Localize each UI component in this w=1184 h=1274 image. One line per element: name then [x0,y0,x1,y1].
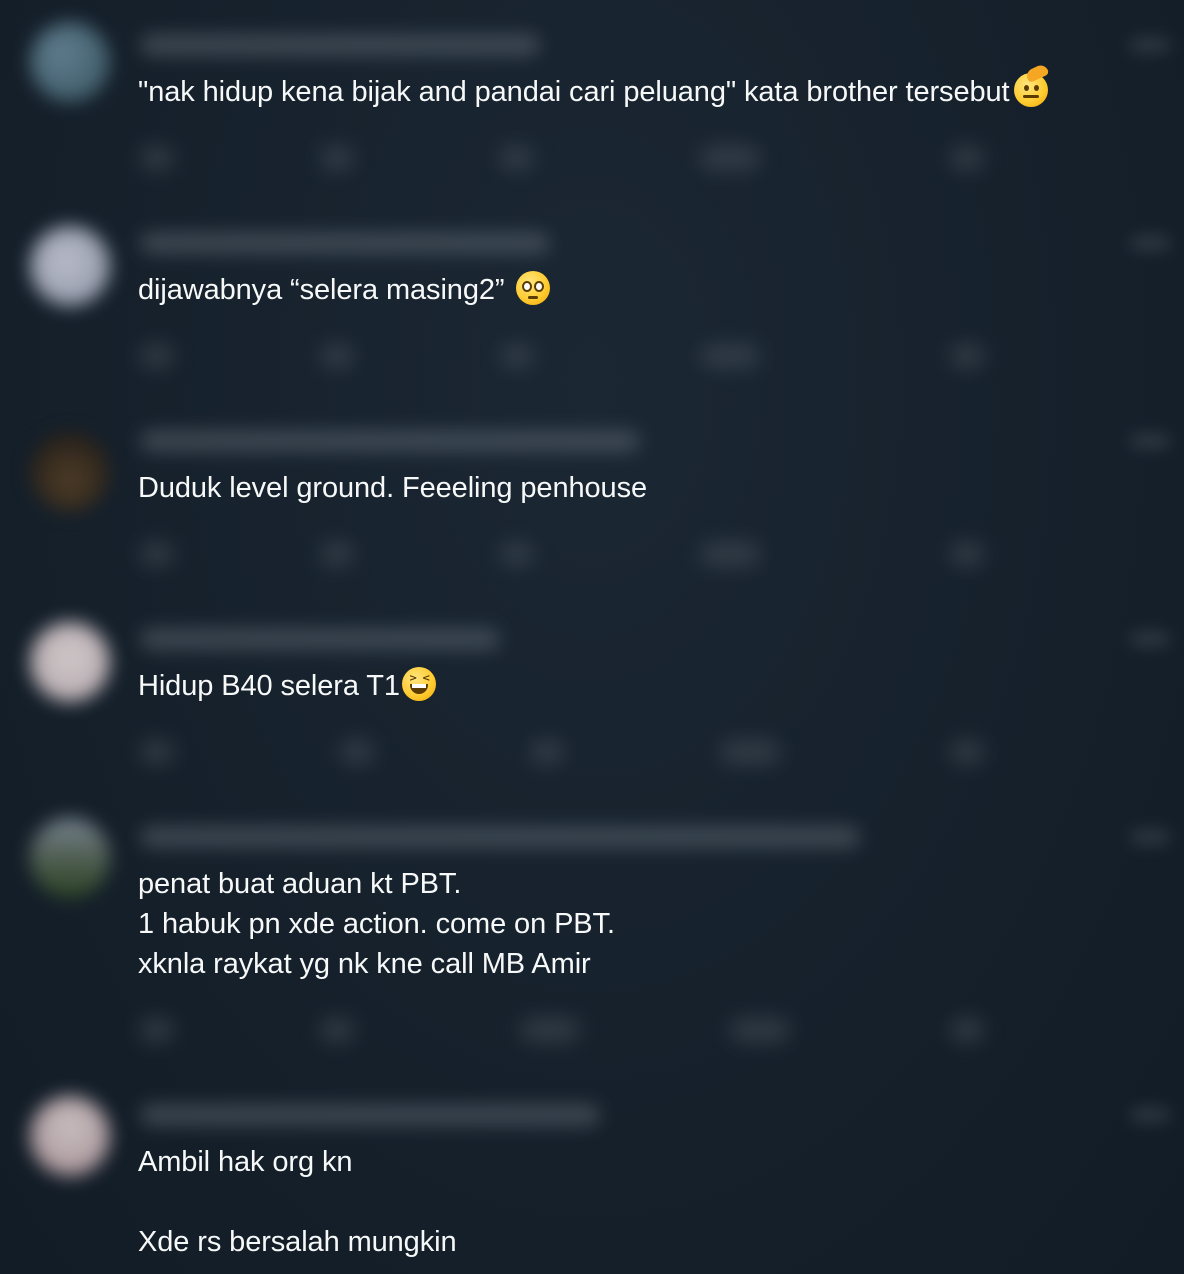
share-action-icon[interactable] [950,542,984,566]
like-action-icon[interactable] [500,344,534,368]
reply-action-icon[interactable] [140,1018,174,1042]
author-meta-blurred [140,232,550,254]
reply-actions-blurred [140,146,1020,170]
author-meta-blurred [140,1104,600,1126]
more-options-blurred[interactable] [1130,1108,1170,1122]
repost-action-icon[interactable] [320,344,354,368]
share-action-icon[interactable] [950,740,984,764]
reply-text: "nak hidup kena bijak and pandai cari pe… [138,62,1050,112]
author-meta-blurred [140,826,860,848]
like-action-icon[interactable] [520,1018,580,1042]
reply-action-icon[interactable] [140,740,174,764]
views-action-icon[interactable] [700,146,760,170]
share-action-icon[interactable] [950,344,984,368]
like-action-icon[interactable] [530,740,564,764]
views-action-icon[interactable] [700,344,760,368]
more-options-blurred[interactable] [1130,830,1170,844]
like-action-icon[interactable] [500,146,534,170]
reply-actions-blurred [140,344,1020,368]
reply-actions-blurred [140,1018,1020,1042]
reply-text: dijawabnya “selera masing2” [138,270,551,310]
author-meta-blurred [140,430,640,452]
reply-text: Duduk level ground. Feeeling penhouse [138,472,647,504]
more-options-blurred[interactable] [1130,38,1170,52]
views-action-icon[interactable] [700,542,760,566]
share-action-icon[interactable] [950,1018,984,1042]
more-options-blurred[interactable] [1130,632,1170,646]
views-action-icon[interactable] [720,740,780,764]
saluting-face-icon [1013,62,1050,107]
reply-action-icon[interactable] [140,146,174,170]
grinning-squinting-face-icon: > < [401,667,436,701]
avatar[interactable] [30,22,110,102]
reply-actions-blurred [140,740,1020,764]
reply-text: penat buat aduan kt PBT. 1 habuk pn xde a… [138,868,615,980]
more-options-blurred[interactable] [1130,434,1170,448]
repost-action-icon[interactable] [340,740,374,764]
reply-text: Ambil hak org kn Xde rs bersalah mungkin [138,1146,457,1258]
reply-action-icon[interactable] [140,542,174,566]
pleading-face-icon [516,271,551,305]
reply-action-icon[interactable] [140,344,174,368]
repost-action-icon[interactable] [320,146,354,170]
more-options-blurred[interactable] [1130,236,1170,250]
reply-feed: "nak hidup kena bijak and pandai cari pe… [0,0,1184,1274]
author-meta-blurred [140,628,500,650]
avatar[interactable] [30,622,110,702]
avatar[interactable] [30,818,110,898]
views-action-icon[interactable] [730,1018,790,1042]
repost-action-icon[interactable] [320,1018,354,1042]
repost-action-icon[interactable] [320,542,354,566]
avatar[interactable] [30,432,110,512]
avatar[interactable] [30,1096,110,1176]
avatar[interactable] [30,226,110,306]
like-action-icon[interactable] [500,542,534,566]
author-meta-blurred [140,34,540,56]
reply-text: Hidup B40 selera T1 > < [138,666,436,706]
share-action-icon[interactable] [950,146,984,170]
reply-actions-blurred [140,542,1020,566]
